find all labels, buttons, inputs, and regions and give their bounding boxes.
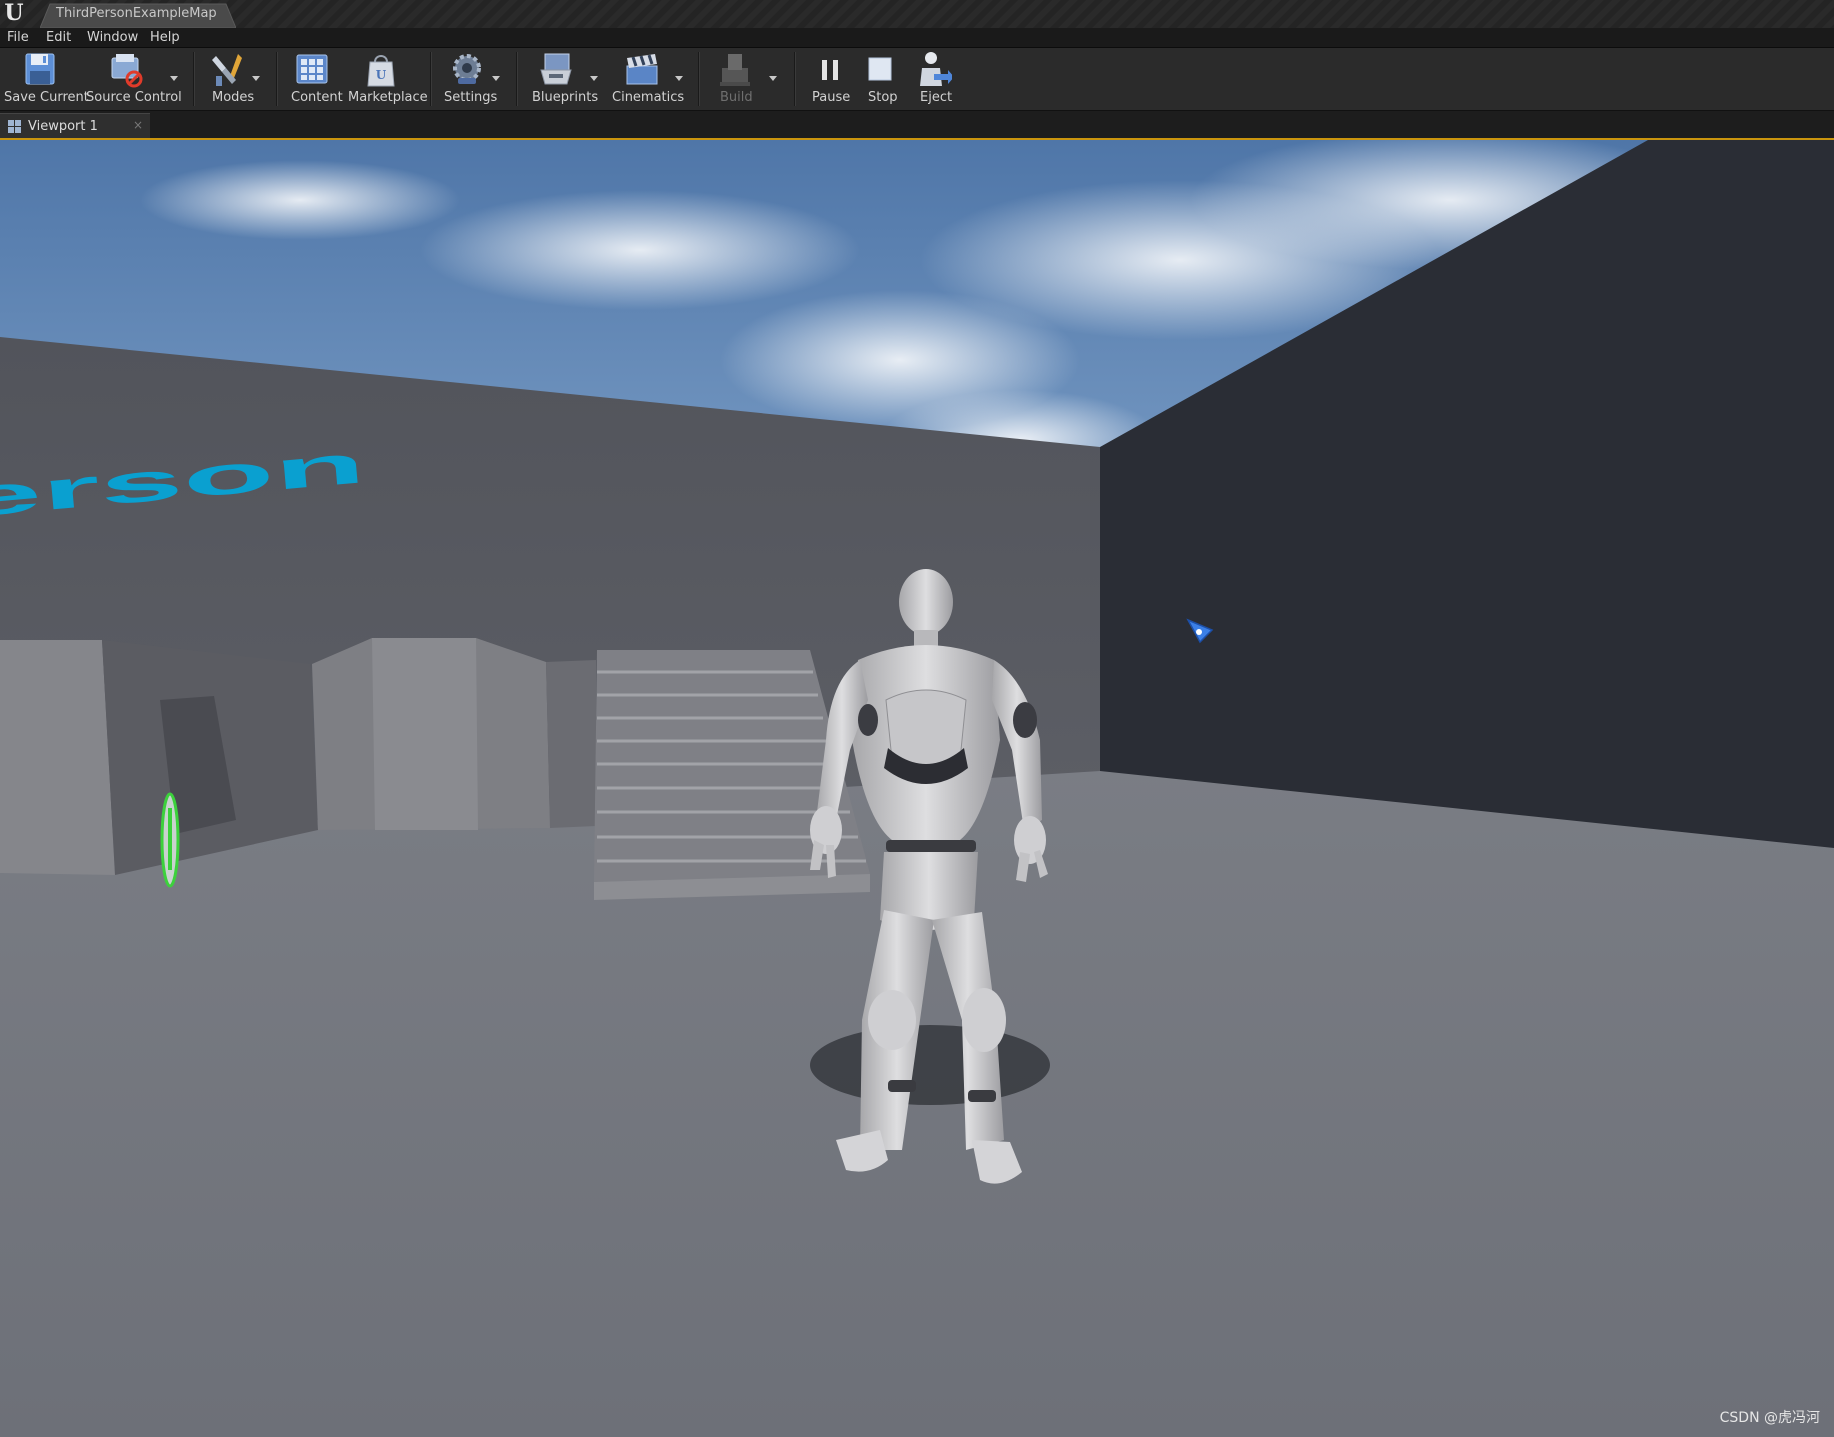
settings-button[interactable]: Settings — [438, 48, 504, 110]
eject-label: Eject — [920, 90, 953, 105]
pause-button[interactable]: Pause — [806, 48, 854, 110]
stop-label: Stop — [868, 90, 898, 105]
settings-gears-icon — [453, 54, 481, 84]
toolbar-separator — [430, 52, 432, 106]
settings-dropdown-icon[interactable] — [492, 76, 500, 81]
watermark-text: CSDN @虎冯河 — [1719, 1410, 1820, 1426]
content-button[interactable]: Content — [284, 48, 343, 110]
build-label: Build — [720, 90, 753, 105]
blueprints-label: Blueprints — [532, 90, 599, 105]
build-icon — [720, 54, 750, 86]
source-control-icon — [111, 54, 143, 88]
toolbar-separator — [193, 52, 195, 106]
svg-text:U: U — [376, 68, 387, 82]
marketplace-bag-icon: U — [367, 55, 395, 87]
settings-label: Settings — [444, 90, 498, 105]
menu-file[interactable]: File — [7, 30, 29, 45]
marketplace-label: Marketplace — [348, 90, 428, 105]
game-viewport[interactable]: erson — [0, 140, 1834, 1437]
eject-button[interactable]: Eject — [908, 48, 960, 110]
cinematics-dropdown-icon[interactable] — [675, 76, 683, 81]
content-label: Content — [291, 90, 343, 105]
save-current-label: Save Current — [4, 90, 89, 105]
scene-render: erson — [0, 140, 1834, 1437]
unreal-logo-icon[interactable]: U — [2, 1, 26, 25]
source-control-label: Source Control — [86, 90, 182, 105]
main-toolbar: Save Current Source Control Modes Conten… — [0, 48, 1834, 111]
close-icon[interactable]: × — [133, 118, 143, 132]
modes-tools-icon — [212, 54, 242, 86]
blueprints-button[interactable]: Blueprints — [524, 48, 604, 110]
build-button[interactable]: Build — [706, 48, 782, 110]
eject-person-icon — [920, 52, 952, 86]
cinematics-label: Cinematics — [612, 90, 685, 105]
toolbar-separator — [276, 52, 278, 106]
pause-label: Pause — [812, 90, 851, 105]
pause-icon — [822, 60, 838, 80]
viewport-tab[interactable]: Viewport 1 × — [0, 113, 150, 139]
character-shadow — [810, 1025, 1050, 1105]
content-browser-icon — [296, 54, 328, 84]
document-tab-label: ThirdPersonExampleMap — [56, 6, 217, 21]
modes-button[interactable]: Modes — [200, 48, 268, 110]
menu-help[interactable]: Help — [150, 30, 180, 45]
floppy-disk-icon — [25, 53, 55, 85]
viewport-grid-icon — [8, 120, 21, 133]
toolbar-separator — [698, 52, 700, 106]
blueprints-icon — [540, 53, 572, 85]
menu-window[interactable]: Window — [87, 30, 138, 45]
modes-label: Modes — [212, 90, 255, 105]
pickup-ring[interactable] — [160, 792, 180, 888]
stop-icon — [868, 57, 892, 81]
menu-bar: File Edit Window Help — [0, 28, 1834, 48]
level-document-tab[interactable]: ThirdPersonExampleMap — [40, 2, 236, 28]
modes-dropdown-icon[interactable] — [252, 76, 260, 81]
cinematics-button[interactable]: Cinematics — [608, 48, 688, 110]
title-bar: U ThirdPersonExampleMap — [0, 0, 1834, 29]
viewport-tab-strip: Viewport 1 × — [0, 111, 1834, 139]
toolbar-separator — [516, 52, 518, 106]
save-current-button[interactable]: Save Current — [0, 48, 89, 110]
toolbar-separator — [794, 52, 796, 106]
marketplace-button[interactable]: U Marketplace — [344, 48, 428, 110]
stop-button[interactable]: Stop — [858, 48, 902, 110]
blueprints-dropdown-icon[interactable] — [590, 76, 598, 81]
menu-edit[interactable]: Edit — [46, 30, 71, 45]
viewport-tab-label: Viewport 1 — [28, 119, 98, 134]
source-control-dropdown-icon[interactable] — [170, 76, 178, 81]
build-dropdown-icon[interactable] — [769, 76, 777, 81]
source-control-button[interactable]: Source Control — [84, 48, 182, 110]
clapperboard-icon — [626, 54, 658, 85]
